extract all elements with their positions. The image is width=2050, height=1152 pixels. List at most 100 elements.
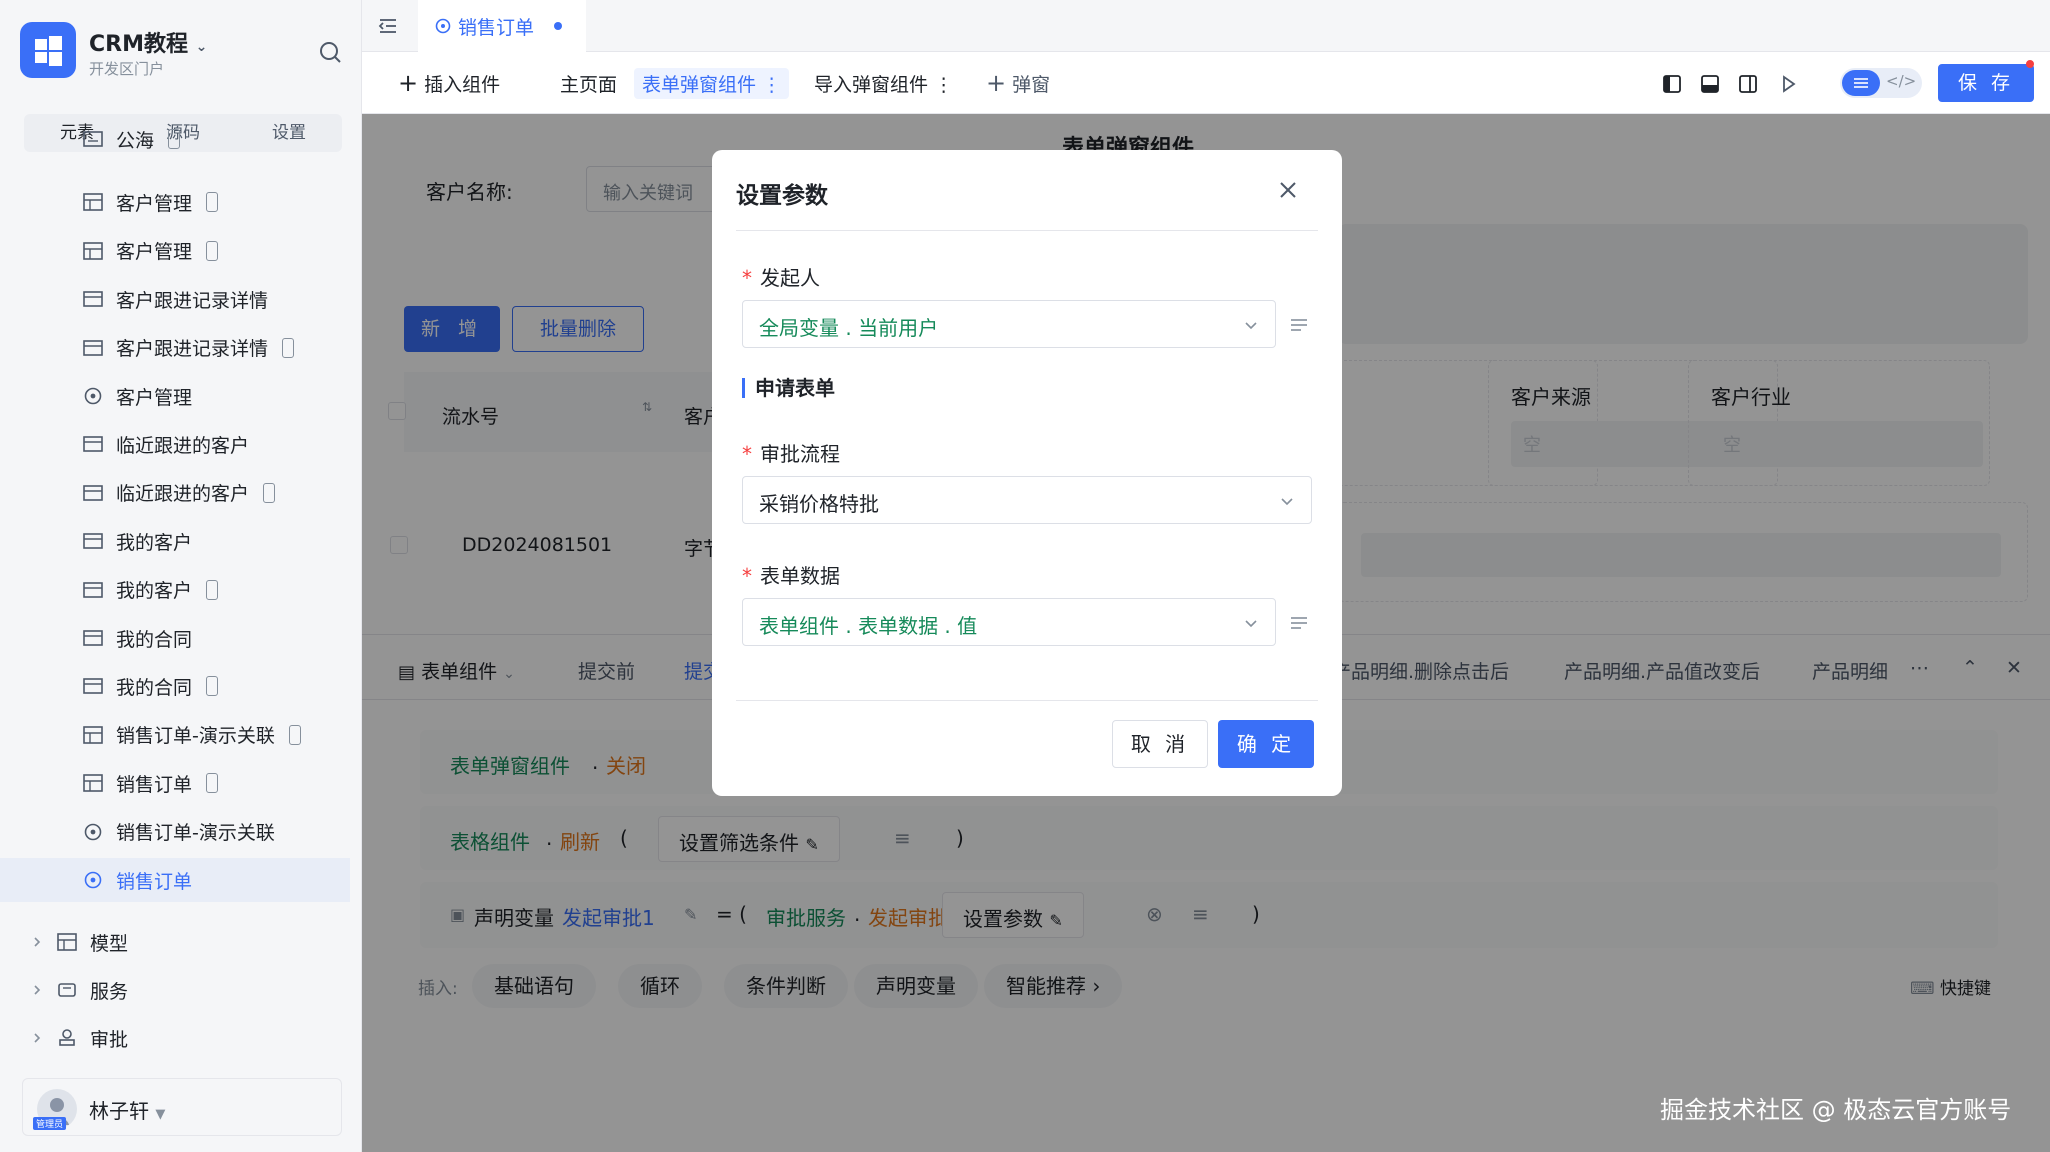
sidebar-item[interactable]: 销售订单-演示关联 (0, 713, 350, 757)
table-icon (83, 241, 103, 260)
process-icon (84, 871, 102, 889)
insert-component-button[interactable]: + 插入组件 (398, 70, 500, 97)
sidebar-item[interactable]: 客户跟进记录详情 (0, 326, 350, 370)
caret-down-icon: ▼ (155, 1107, 166, 1122)
sidebar-item[interactable]: 销售订单 (0, 761, 350, 805)
sidebar-item-label: 客户管理 (116, 241, 193, 264)
search-icon[interactable] (316, 38, 344, 66)
mobile-icon (288, 724, 301, 745)
play-icon[interactable] (1776, 72, 1800, 96)
sidebar-item[interactable]: 客户管理 (0, 180, 350, 224)
layout-right-icon[interactable] (1736, 72, 1760, 96)
menu-lines-icon[interactable] (1288, 612, 1310, 634)
tree-group-service[interactable]: 服务 (0, 968, 350, 1012)
chevron-down-icon[interactable]: ⌄ (196, 39, 208, 55)
user-name[interactable]: 林子轩 ▼ (89, 1095, 165, 1124)
sidebar-item-label: 公海 (116, 129, 155, 152)
sidebar-item-label: 我的客户 (116, 531, 193, 554)
menu-lines-icon[interactable] (1288, 314, 1310, 336)
mobile-icon (206, 579, 219, 600)
sidebar-item[interactable]: 客户管理 (0, 374, 350, 418)
cancel-button[interactable]: 取 消 (1112, 720, 1208, 768)
confirm-button[interactable]: 确 定 (1218, 720, 1314, 768)
design-code-toggle[interactable]: </> (1840, 68, 1922, 98)
sidebar-item-label: 客户跟进记录详情 (116, 289, 269, 312)
divider (736, 700, 1318, 701)
plus-icon: + (986, 69, 1007, 97)
process-icon (84, 823, 102, 840)
sidebar: CRM教程 ⌄ 开发区门户 元素 源码 设置 公海 客户管理 客户管理 客户跟进记录详… (0, 0, 362, 1152)
set-params-dialog: 设置参数 * 发起人 全局变量 . 当前用户 申请表单 * 审批流程 采销价格特批 … (712, 150, 1342, 796)
settings-sliders-icon[interactable] (1842, 70, 1880, 96)
app-logo-icon (20, 22, 76, 78)
sidebar-item-label: 我的合同 (116, 628, 193, 651)
app-subtitle: 开发区门户 (89, 60, 165, 78)
form-data-select[interactable]: 表单组件 . 表单数据 . 值 (742, 598, 1276, 646)
mobile-icon (282, 337, 295, 358)
more-vertical-icon[interactable]: ⋮ (762, 74, 781, 96)
sidebar-item[interactable]: 临近跟进的客户 (0, 422, 350, 466)
sidebar-item[interactable]: 我的合同 (0, 616, 350, 660)
sidebar-item-label: 客户管理 (116, 386, 193, 409)
sidebar-item[interactable]: 销售订单 (0, 858, 350, 902)
chevron-right-icon[interactable] (30, 1031, 44, 1045)
tab-label: 销售订单 (458, 16, 535, 39)
process-icon (435, 18, 451, 34)
save-button[interactable]: 保 存 (1938, 64, 2034, 102)
sidebar-item[interactable]: 客户管理 (0, 229, 350, 273)
sidebar-item[interactable]: 临近跟进的客户 (0, 471, 350, 515)
sidebar-item-label: 销售订单-演示关联 (116, 725, 275, 748)
stamp-icon (59, 1029, 75, 1046)
detail-icon (83, 533, 103, 549)
chevron-right-icon[interactable] (30, 935, 44, 949)
top-bar: 销售订单 (362, 0, 2050, 52)
tab-sales-order[interactable]: 销售订单 (418, 0, 586, 52)
user-bar[interactable]: 管理员 林子轩 ▼ (22, 1078, 342, 1136)
section-title: 申请表单 (742, 378, 835, 398)
sidebar-item[interactable]: 公海 (0, 124, 350, 154)
sidebar-item-label: 我的合同 (116, 676, 193, 699)
sidebar-item-label: 我的客户 (116, 580, 193, 603)
sidebar-item[interactable]: 我的客户 (0, 519, 350, 563)
tree-group-label: 模型 (90, 932, 129, 955)
detail-icon (83, 630, 103, 646)
add-popup-button[interactable]: + 弹窗 (986, 70, 1050, 97)
sidebar-item[interactable]: 客户跟进记录详情 (0, 277, 350, 321)
service-icon (58, 983, 76, 997)
sidebar-item-label: 销售订单-演示关联 (116, 822, 275, 845)
notification-dot (2026, 60, 2034, 68)
more-vertical-icon[interactable]: ⋮ (934, 74, 953, 96)
process-select[interactable]: 采销价格特批 (742, 476, 1312, 524)
app-title[interactable]: CRM教程 ⌄ (89, 26, 207, 58)
dialog-title: 设置参数 (736, 183, 828, 209)
sidebar-item-label: 客户管理 (116, 192, 193, 215)
sidebar-item[interactable]: 销售订单-演示关联 (0, 810, 350, 854)
main-page-tab[interactable]: 主页面 (560, 70, 617, 97)
chevron-right-icon[interactable] (30, 983, 44, 997)
form-data-label: * 表单数据 (742, 564, 840, 588)
close-icon[interactable] (1274, 176, 1302, 204)
sidebar-item[interactable]: 我的客户 (0, 568, 350, 612)
import-popup-component-tab[interactable]: 导入弹窗组件 ⋮ (814, 70, 953, 97)
table-icon (83, 193, 103, 212)
toolbar: + 插入组件 主页面 表单弹窗组件 ⋮ 导入弹窗组件 ⋮ + 弹窗 </> 保 … (362, 52, 2050, 114)
code-icon[interactable]: </> (1886, 72, 1916, 90)
tree-group-approval[interactable]: 审批 (0, 1016, 350, 1060)
layout-left-icon[interactable] (1660, 72, 1684, 96)
collapse-sidebar-icon[interactable] (376, 14, 400, 38)
initiator-select[interactable]: 全局变量 . 当前用户 (742, 300, 1276, 348)
sidebar-item[interactable]: 我的合同 (0, 664, 350, 708)
detail-icon (83, 678, 103, 695)
required-mark: * (742, 564, 752, 588)
detail-icon (83, 484, 103, 501)
detail-icon (83, 436, 103, 453)
form-popup-component-tab[interactable]: 表单弹窗组件 ⋮ (634, 68, 790, 99)
mobile-icon (263, 482, 276, 503)
process-icon (84, 387, 102, 405)
sidebar-item-label: 销售订单 (116, 773, 193, 796)
chevron-down-icon (1281, 498, 1293, 506)
required-mark: * (742, 442, 752, 466)
layout-bottom-icon[interactable] (1698, 72, 1722, 96)
sidebar-item-label: 临近跟进的客户 (116, 483, 250, 506)
tree-group-model[interactable]: 模型 (0, 920, 350, 964)
